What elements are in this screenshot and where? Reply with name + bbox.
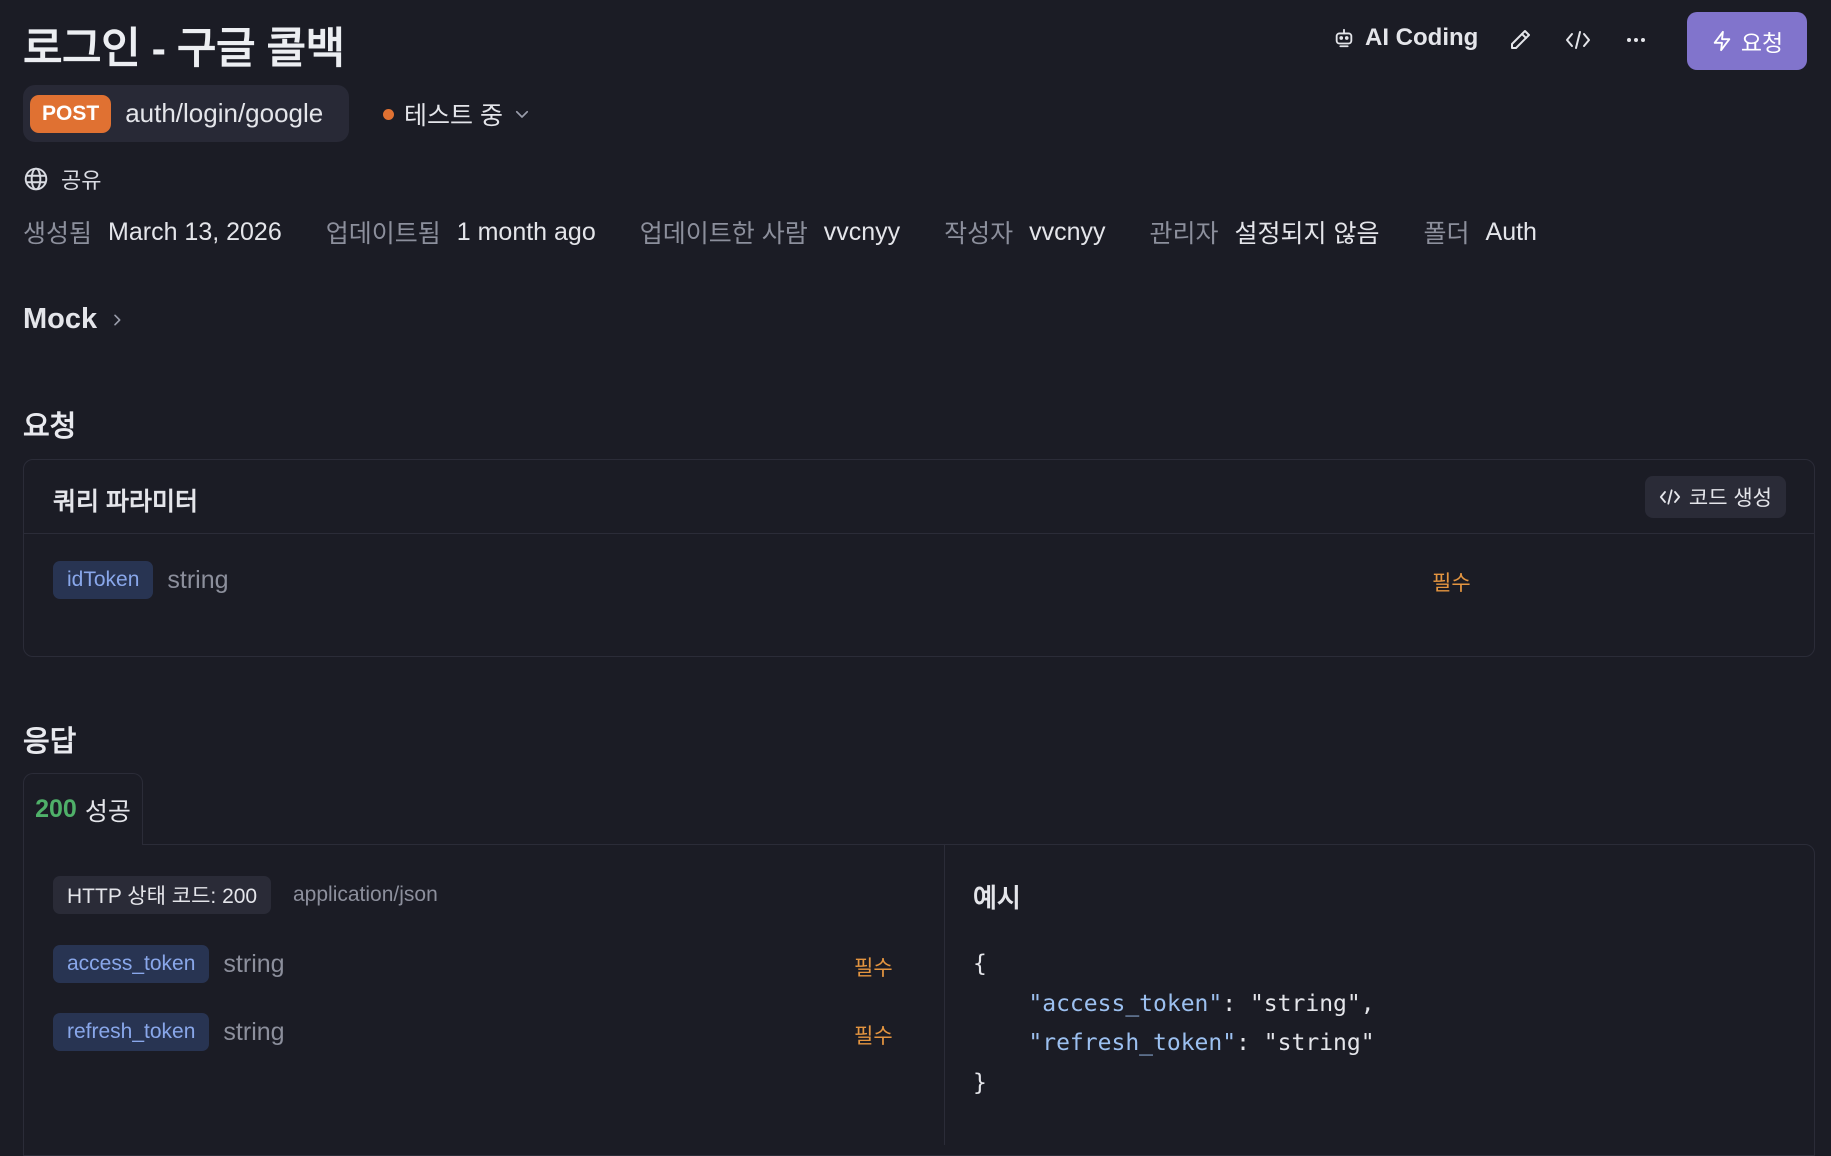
field-type: string <box>223 949 285 978</box>
list-item: idToken string <box>53 561 229 599</box>
robot-icon <box>1333 27 1355 49</box>
field-name: access_token <box>53 945 210 983</box>
send-request-label: 요청 <box>1740 30 1784 56</box>
json-key: "refresh_token" <box>1028 1030 1237 1056</box>
request-heading: 요청 <box>23 411 77 443</box>
json-brace: { <box>973 951 987 977</box>
http-status-chip: HTTP 상태 코드: 200 <box>53 876 272 914</box>
query-params-title: 쿼리 파라미터 <box>53 488 198 516</box>
meta-key: 폴더 <box>1423 220 1470 248</box>
meta-key: 관리자 <box>1149 220 1219 248</box>
meta-value: March 13, 2026 <box>108 217 282 246</box>
globe-icon <box>23 166 49 192</box>
list-item: refresh_token string <box>53 1013 285 1051</box>
query-params-card: 쿼리 파라미터 코드 생성 idToken string 필수 <box>23 459 1815 657</box>
page-title: 로그인 - 구글 콜백 <box>23 25 345 73</box>
param-type: string <box>167 565 229 594</box>
json-value: : "string" <box>1236 1030 1375 1056</box>
meta-value[interactable]: Auth <box>1486 218 1537 247</box>
chevron-down-icon <box>513 105 531 123</box>
status-dot <box>383 108 394 120</box>
tab-status-code: 200 <box>35 795 77 823</box>
meta-value: 1 month ago <box>456 217 596 246</box>
meta-value[interactable]: 설정되지 않음 <box>1235 214 1380 250</box>
status-dropdown[interactable]: 테스트 중 <box>383 96 531 132</box>
meta-key: 업데이트됨 <box>325 220 441 248</box>
chevron-right-icon <box>109 312 125 328</box>
share-label: 공유 <box>61 168 102 193</box>
generate-code-button[interactable]: 코드 생성 <box>1644 476 1786 518</box>
field-type: string <box>223 1017 285 1046</box>
tab-status-label: 성공 <box>84 797 131 826</box>
ai-coding-button[interactable]: AI Coding <box>1333 24 1478 52</box>
meta-value: vvcnyy <box>823 217 901 246</box>
endpoint-path: auth/login/google <box>125 98 324 128</box>
pencil-icon <box>1508 28 1532 52</box>
edit-button[interactable] <box>1508 28 1532 52</box>
required-label: 필수 <box>854 957 893 980</box>
required-label: 필수 <box>854 1025 893 1048</box>
required-label: 필수 <box>1432 572 1471 595</box>
response-heading: 응답 <box>23 726 77 758</box>
tab-200-success[interactable]: 200 성공 <box>23 773 143 845</box>
meta-key: 작성자 <box>944 220 1014 248</box>
json-brace: } <box>973 1069 987 1096</box>
more-button[interactable] <box>1624 28 1648 52</box>
query-params-header: 쿼리 파라미터 코드 생성 <box>24 460 1814 534</box>
method-badge: POST <box>30 94 112 133</box>
more-icon <box>1624 28 1648 52</box>
mock-section-toggle[interactable]: Mock <box>23 303 125 336</box>
generate-code-label: 코드 생성 <box>1688 487 1772 510</box>
code-view-button[interactable] <box>1565 28 1591 52</box>
param-name: idToken <box>53 561 154 599</box>
content-type-label: application/json <box>293 883 438 906</box>
lightning-icon <box>1711 29 1733 53</box>
share-button[interactable]: 공유 <box>23 163 101 195</box>
panel-divider <box>944 845 945 1145</box>
example-json: { "access_token": "string", "refresh_tok… <box>973 945 1375 1103</box>
example-title: 예시 <box>973 883 1021 913</box>
endpoint-bar[interactable]: POST auth/login/google <box>23 85 349 142</box>
send-request-button[interactable]: 요청 <box>1687 12 1807 70</box>
mock-label: Mock <box>23 303 98 335</box>
json-value: : "string", <box>1222 990 1375 1017</box>
list-item: access_token string <box>53 945 285 983</box>
json-key: "access_token" <box>1028 990 1223 1017</box>
code-icon <box>1659 487 1681 507</box>
status-label: 테스트 중 <box>404 102 503 130</box>
response-panel <box>23 844 1815 1156</box>
field-name: refresh_token <box>53 1013 210 1051</box>
meta-value: vvcnyy <box>1029 217 1106 246</box>
ai-coding-label: AI Coding <box>1365 24 1479 51</box>
meta-key: 생성됨 <box>23 220 93 248</box>
meta-key: 업데이트한 사람 <box>639 220 808 248</box>
meta-row: 생성됨 March 13, 2026 업데이트됨 1 month ago 업데이… <box>23 214 1581 250</box>
code-icon <box>1565 28 1591 52</box>
